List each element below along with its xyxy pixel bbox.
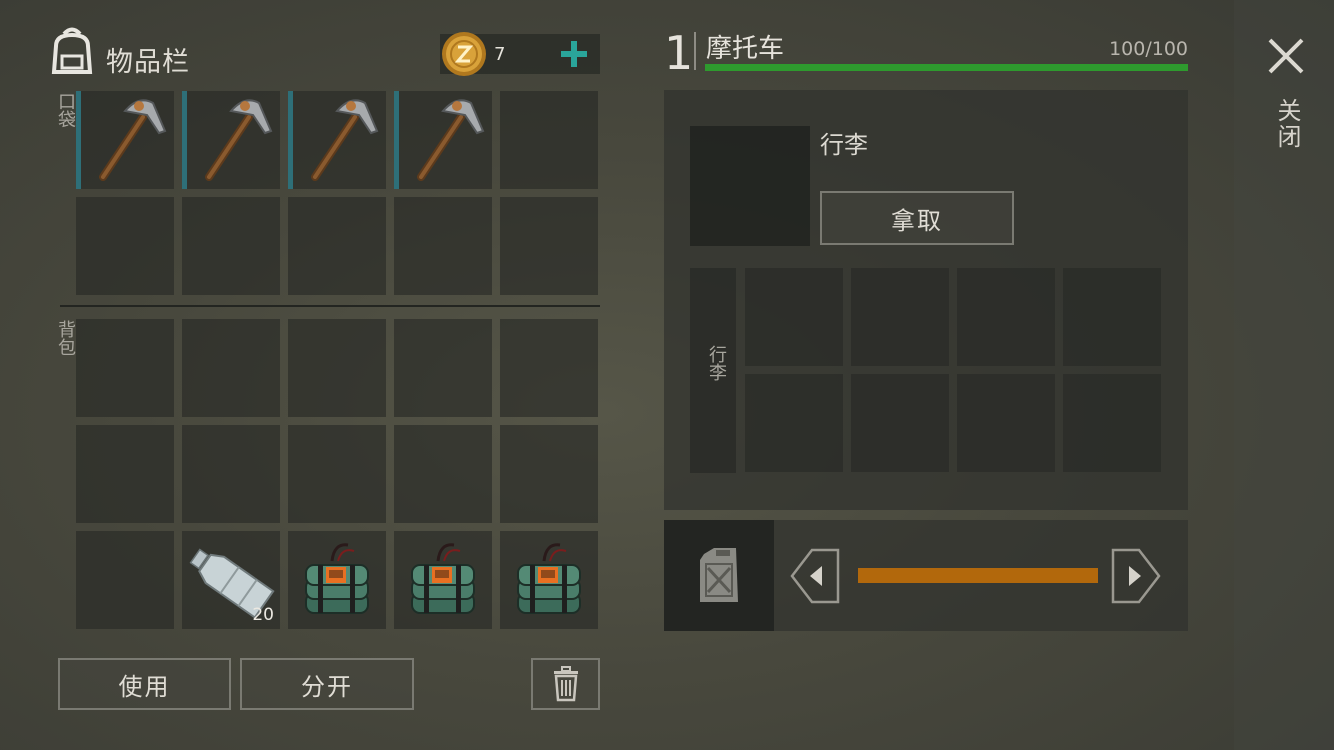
backpack-slot[interactable] [76,425,174,523]
storage-slot[interactable] [745,268,843,366]
backpack-slot[interactable] [394,531,492,629]
backpack-slot[interactable] [288,531,386,629]
pocket-slot[interactable] [288,91,386,189]
storage-slot[interactable] [1063,374,1161,472]
close-label[interactable]: 关闭 [1270,98,1305,150]
luggage-title: 行李 [820,131,868,159]
coin-count: 7 [494,44,506,65]
backpack-slot[interactable] [182,319,280,417]
coin-icon [440,30,488,78]
pocket-slot[interactable] [182,197,280,295]
backpack-slot[interactable] [288,319,386,417]
backpack-slot[interactable]: 20 [182,531,280,629]
vehicle-name: 摩托车 [706,34,785,64]
pocket-label: 口袋 [55,92,76,128]
backpack-slot[interactable] [76,531,174,629]
storage-label: 行李 [706,345,727,381]
fuel-level-bar [858,568,1098,583]
fuel-slot[interactable] [664,520,774,631]
backpack-slot[interactable] [500,319,598,417]
add-coins-button[interactable] [558,38,590,70]
pocket-slot[interactable] [394,91,492,189]
trash-icon [553,666,578,702]
storage-slot[interactable] [957,374,1055,472]
use-button[interactable]: 使用 [58,658,231,710]
storage-slot[interactable] [957,268,1055,366]
backpack-slot[interactable] [288,425,386,523]
fuel-increase-arrow-icon[interactable] [1111,548,1161,604]
pocket-slot[interactable] [76,91,174,189]
section-divider [60,305,600,307]
fuel-decrease-arrow-icon[interactable] [790,548,840,604]
close-icon[interactable] [1266,36,1306,76]
luggage-preview-slot[interactable] [690,126,810,246]
pocket-slot[interactable] [500,91,598,189]
backpack-slot[interactable] [500,531,598,629]
jerrycan-icon [700,548,738,602]
vehicle-hp-bar-fill [705,64,1188,71]
backpack-slot[interactable] [182,425,280,523]
pocket-slot[interactable] [182,91,280,189]
trash-button[interactable] [531,658,600,710]
storage-slot[interactable] [1063,268,1161,366]
pocket-slot[interactable] [76,197,174,295]
header-separator [694,32,696,70]
backpack-icon [48,26,96,76]
backpack-slot[interactable] [394,319,492,417]
backpack-slot[interactable] [394,425,492,523]
pocket-slot[interactable] [394,197,492,295]
pocket-slot[interactable] [500,197,598,295]
pocket-slot[interactable] [288,197,386,295]
backpack-slot[interactable] [500,425,598,523]
fuel-level-bar-fill [858,568,1098,583]
backpack-label: 背包 [55,320,76,356]
inventory-title: 物品栏 [106,47,190,78]
vehicle-hp-text: 100/100 [1109,38,1188,60]
item-count: 20 [252,605,274,625]
vehicle-slot-number: 1 [664,26,694,80]
split-button[interactable]: 分开 [240,658,414,710]
backpack-slot[interactable] [76,319,174,417]
vehicle-hp-bar [705,64,1188,71]
storage-slot[interactable] [745,374,843,472]
storage-slot[interactable] [851,374,949,472]
storage-slot[interactable] [851,268,949,366]
take-button[interactable]: 拿取 [820,191,1014,245]
